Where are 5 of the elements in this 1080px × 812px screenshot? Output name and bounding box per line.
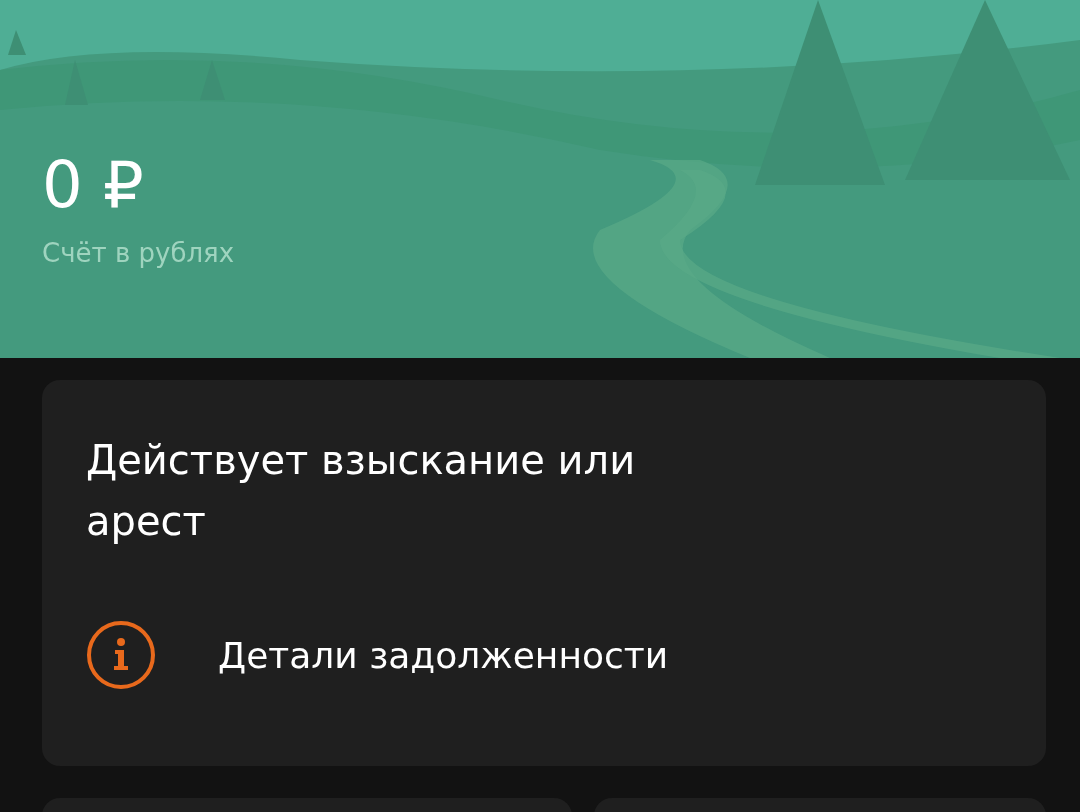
account-label: Счёт в рублях [42,238,236,269]
balance-amount: 0 ₽ [42,150,145,221]
notice-title: Действует взыскание или арест [86,436,637,546]
debt-details-link[interactable]: Детали задолженности [86,620,669,690]
info-icon [86,620,156,690]
